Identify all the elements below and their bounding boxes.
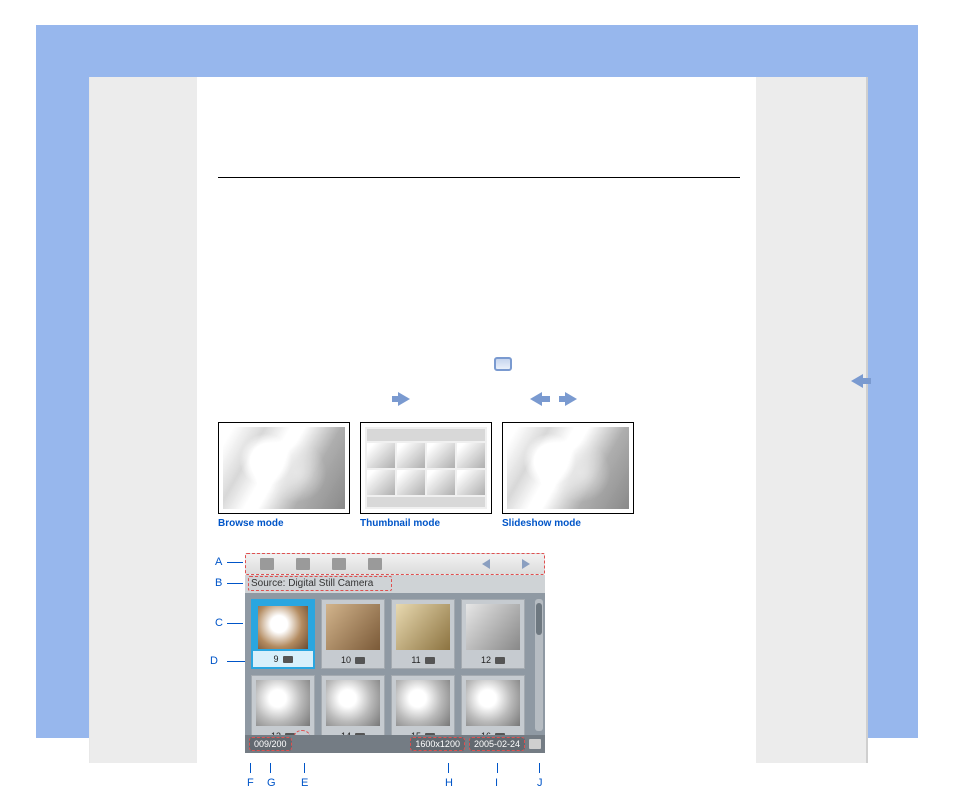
thumbnail-image bbox=[326, 680, 380, 726]
thumbnail-image bbox=[466, 680, 520, 726]
thumb-number: 10 bbox=[341, 655, 351, 665]
page-margin-left bbox=[90, 77, 197, 763]
source-label: Source: Digital Still Camera bbox=[251, 578, 373, 589]
mode-frame bbox=[360, 422, 492, 514]
toolbar-next-icon[interactable] bbox=[522, 559, 530, 569]
camera-icon bbox=[283, 656, 293, 663]
thumb-number: 9 bbox=[273, 654, 278, 664]
status-end-icon bbox=[529, 739, 541, 749]
arrow-right-icon bbox=[398, 392, 410, 406]
callout-G: G bbox=[267, 777, 276, 789]
thumbnail-image bbox=[256, 680, 310, 726]
thumbnail-card[interactable]: 12 bbox=[461, 599, 525, 669]
thumbnail-image bbox=[258, 606, 308, 649]
callout-H: H bbox=[445, 777, 453, 789]
mode-label-browse: Browse mode bbox=[218, 518, 350, 529]
scrollbar[interactable] bbox=[535, 599, 543, 731]
page-margin-right bbox=[756, 77, 866, 763]
thumbnail-card[interactable]: 10 bbox=[321, 599, 385, 669]
horizontal-rule bbox=[218, 177, 740, 178]
thumbnail-ui-figure: A B C D Source: Digital Still Came bbox=[245, 553, 547, 777]
mode-frame bbox=[502, 422, 634, 514]
thumbnail-grid-area: 9 10 11 12 1 bbox=[245, 593, 545, 753]
status-count: 009/200 bbox=[249, 737, 292, 751]
mode-image-browse bbox=[223, 427, 345, 509]
camera-icon bbox=[355, 657, 365, 664]
slideshow-icon bbox=[494, 357, 512, 371]
callout-D: D bbox=[210, 655, 218, 667]
source-bar: Source: Digital Still Camera bbox=[245, 575, 545, 593]
mode-frame bbox=[218, 422, 350, 514]
mode-label-slideshow: Slideshow mode bbox=[502, 518, 634, 529]
thumb-number: 12 bbox=[481, 655, 491, 665]
scrollbar-handle[interactable] bbox=[536, 603, 542, 635]
mode-image-slideshow bbox=[507, 427, 629, 509]
mode-examples-row: Browse mode Thumbnail mode Slidesho bbox=[218, 422, 634, 529]
callout-E: E bbox=[301, 777, 308, 789]
toolbar-icon[interactable] bbox=[332, 558, 346, 570]
status-resolution: 1600x1200 bbox=[410, 737, 465, 751]
thumb-number: 11 bbox=[411, 655, 420, 665]
toolbar-icon[interactable] bbox=[368, 558, 382, 570]
thumbnail-image bbox=[396, 680, 450, 726]
arrow-left-icon bbox=[530, 392, 542, 406]
callout-B: B bbox=[215, 577, 222, 589]
toolbar-prev-icon[interactable] bbox=[482, 559, 490, 569]
toolbar-icon[interactable] bbox=[260, 558, 274, 570]
mode-image-thumbnail bbox=[365, 427, 487, 509]
callout-C: C bbox=[215, 617, 223, 629]
thumbnail-image bbox=[396, 604, 450, 650]
thumbnail-image bbox=[326, 604, 380, 650]
mode-label-thumbnail: Thumbnail mode bbox=[360, 518, 492, 529]
callout-J: J bbox=[537, 777, 543, 789]
arrow-right-icon bbox=[565, 392, 577, 406]
page-background: Browse mode Thumbnail mode Slidesho bbox=[36, 25, 918, 738]
callout-A: A bbox=[215, 556, 222, 568]
callout-F: F bbox=[247, 777, 254, 789]
thumbnail-grid: 9 10 11 12 1 bbox=[251, 599, 539, 745]
mode-card-slideshow: Slideshow mode bbox=[502, 422, 634, 529]
toolbar bbox=[245, 553, 545, 575]
mode-card-thumbnail: Thumbnail mode bbox=[360, 422, 492, 529]
arrow-left-icon bbox=[851, 374, 863, 388]
callout-I: I bbox=[495, 777, 498, 789]
camera-icon bbox=[495, 657, 505, 664]
document-page: Browse mode Thumbnail mode Slidesho bbox=[90, 77, 866, 763]
thumbnail-card[interactable]: 9 bbox=[251, 599, 315, 669]
toolbar-icon[interactable] bbox=[296, 558, 310, 570]
thumbnail-card[interactable]: 11 bbox=[391, 599, 455, 669]
camera-icon bbox=[425, 657, 435, 664]
thumbnail-image bbox=[466, 604, 520, 650]
status-date: 2005-02-24 bbox=[469, 737, 525, 751]
mode-card-browse: Browse mode bbox=[218, 422, 350, 529]
